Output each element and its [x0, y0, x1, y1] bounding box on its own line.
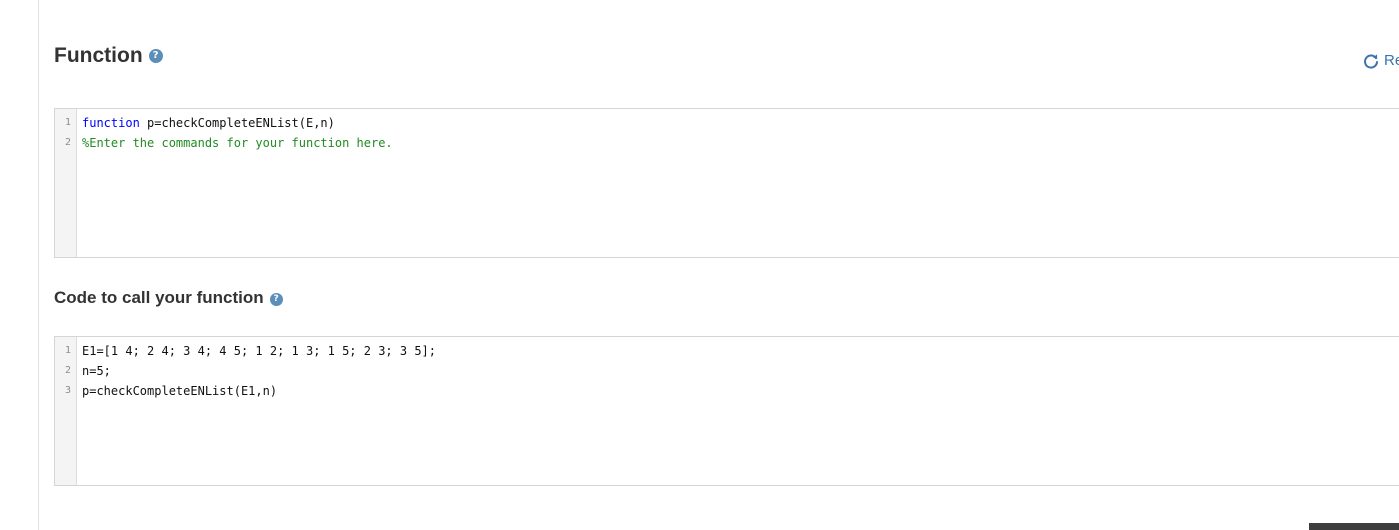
- code-line[interactable]: %Enter the commands for your function he…: [82, 135, 1399, 155]
- line-number: 2: [64, 137, 71, 148]
- code-line[interactable]: n=5;: [82, 363, 1399, 383]
- left-divider: [38, 0, 39, 530]
- page: Function ? Re 1 2 function p=checkComple…: [0, 0, 1399, 530]
- code-line[interactable]: p=checkCompleteENList(E1,n): [82, 383, 1399, 403]
- code-line[interactable]: function p=checkCompleteENList(E,n): [82, 115, 1399, 135]
- code-token: p=checkCompleteENList(E,n): [139, 116, 335, 130]
- function-title-text: Function: [54, 44, 143, 67]
- line-number: 2: [64, 365, 71, 376]
- call-code-title: Code to call your function ?: [54, 287, 283, 309]
- keyword-token: function: [82, 116, 140, 130]
- line-number: 3: [64, 385, 71, 396]
- help-icon[interactable]: ?: [148, 49, 163, 63]
- comment-token: %Enter the commands for your function he…: [82, 136, 393, 150]
- line-number-gutter: 1 2 3: [55, 337, 77, 485]
- call-code-title-text: Code to call your function: [54, 288, 264, 307]
- call-code-editor[interactable]: 1 2 3 E1=[1 4; 2 4; 3 4; 4 5; 1 2; 1 3; …: [54, 336, 1399, 486]
- reset-button[interactable]: Re: [1363, 52, 1399, 69]
- refresh-icon: [1364, 53, 1378, 68]
- run-button-edge[interactable]: [1309, 523, 1399, 530]
- code-line[interactable]: E1=[1 4; 2 4; 3 4; 4 5; 1 2; 1 3; 1 5; 2…: [82, 343, 1399, 363]
- help-icon[interactable]: ?: [269, 292, 283, 306]
- line-number-gutter: 1 2: [55, 109, 77, 257]
- function-title: Function ?: [54, 42, 163, 70]
- code-area[interactable]: function p=checkCompleteENList(E,n) %Ent…: [77, 109, 1399, 257]
- code-area[interactable]: E1=[1 4; 2 4; 3 4; 4 5; 1 2; 1 3; 1 5; 2…: [77, 337, 1399, 485]
- reset-label: Re: [1384, 52, 1399, 69]
- function-code-editor[interactable]: 1 2 function p=checkCompleteENList(E,n) …: [54, 108, 1399, 258]
- line-number: 1: [64, 117, 71, 128]
- line-number: 1: [64, 345, 71, 356]
